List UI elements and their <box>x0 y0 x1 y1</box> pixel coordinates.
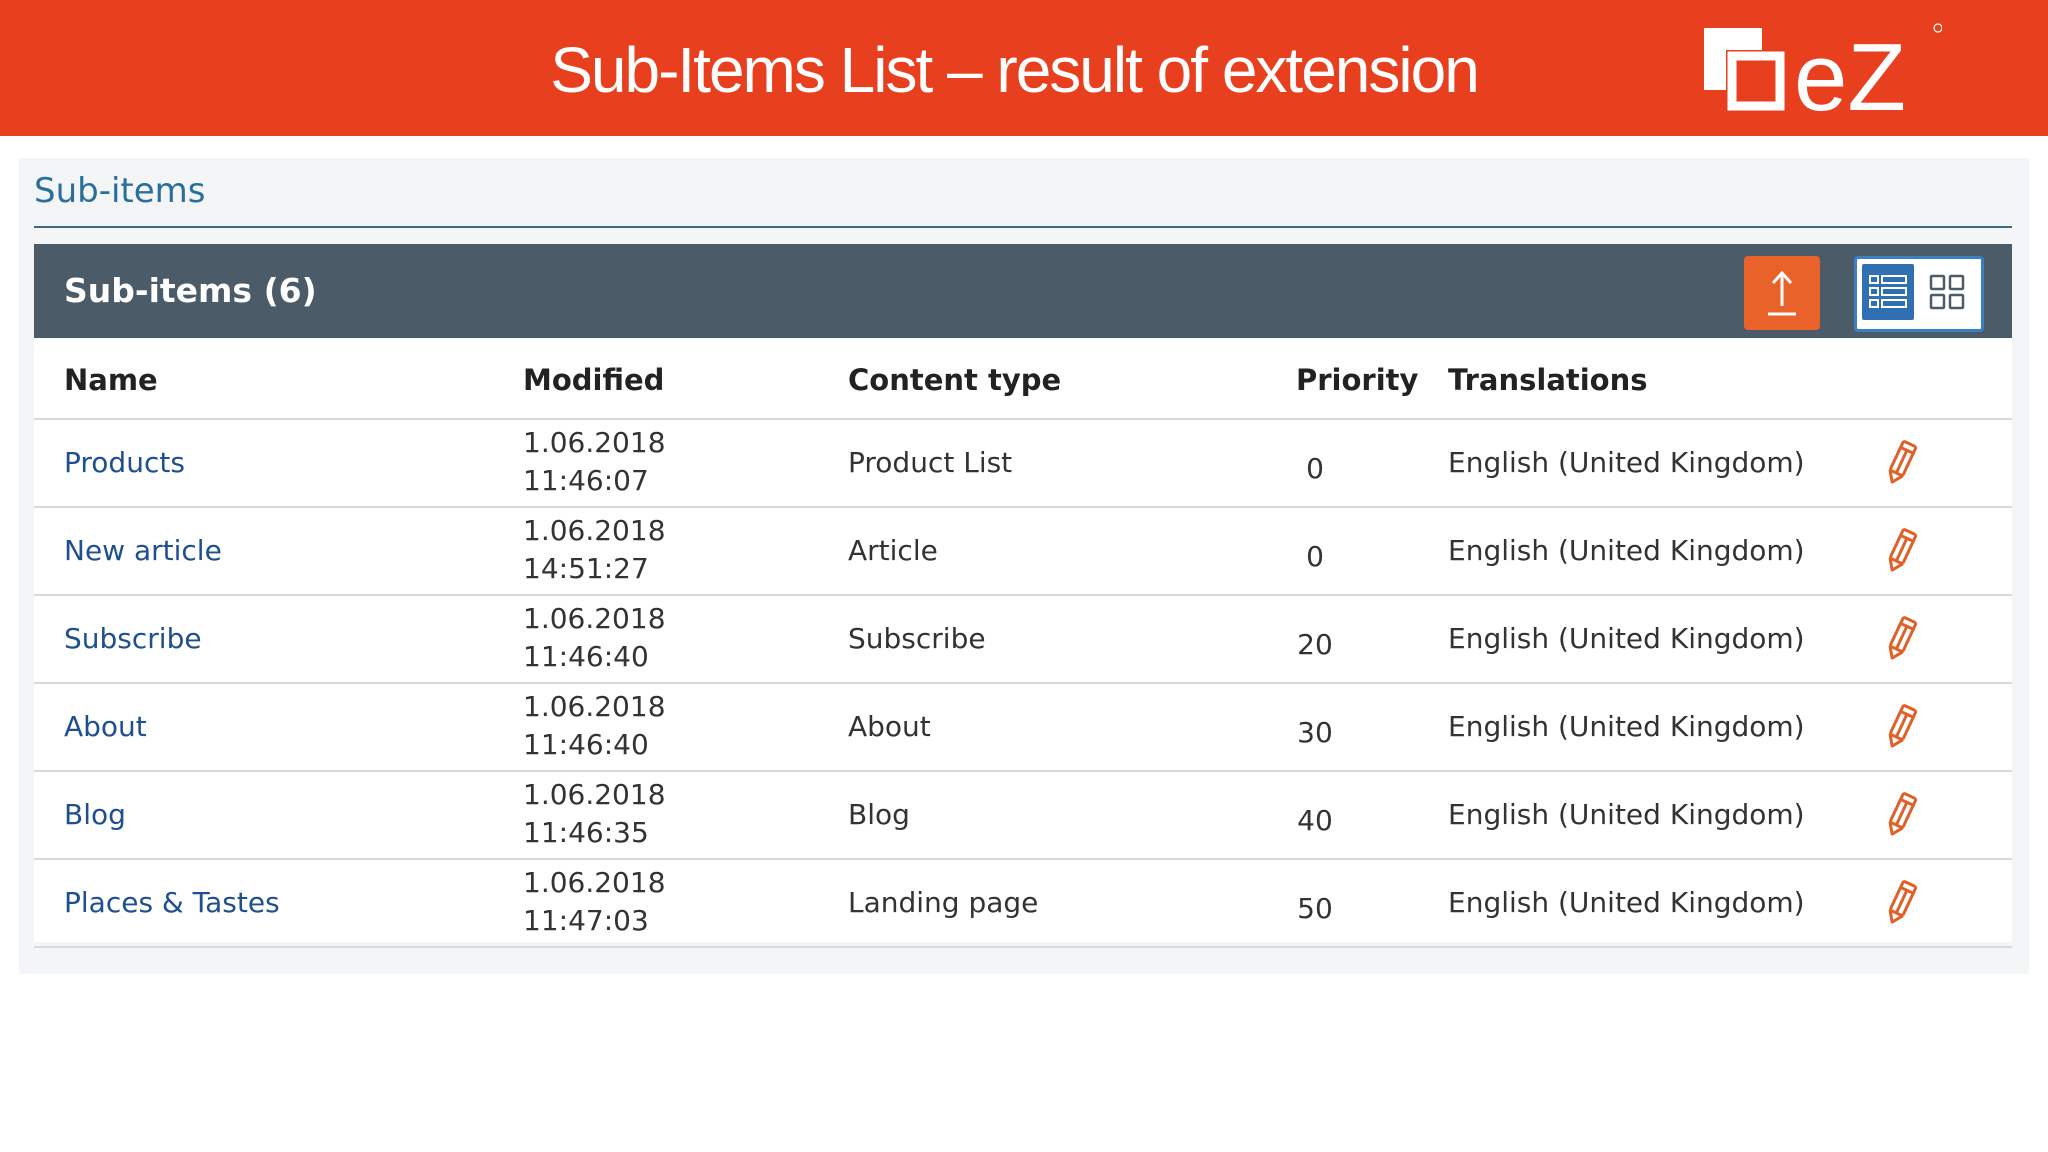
section-title: Sub-items <box>34 171 206 211</box>
upload-button[interactable] <box>1744 256 1820 330</box>
edit-button[interactable] <box>1878 878 1924 928</box>
view-toggle <box>1854 256 1984 332</box>
item-content-type: Subscribe <box>848 622 986 655</box>
grid-view-button[interactable] <box>1921 264 1973 320</box>
list-view-icon <box>1869 275 1907 308</box>
item-modified: 1.06.2018 11:46:40 <box>523 688 666 764</box>
item-priority: 30 <box>1297 716 1333 749</box>
pencil-icon <box>1888 616 1918 660</box>
item-priority: 0 <box>1306 540 1324 573</box>
pencil-icon <box>1888 528 1918 572</box>
modified-date: 1.06.2018 <box>523 866 666 899</box>
modified-time: 11:46:07 <box>523 464 649 497</box>
table-title: Sub-items (6) <box>64 271 317 310</box>
item-content-type: Blog <box>848 798 910 831</box>
item-name-link[interactable]: Products <box>64 444 185 482</box>
table-row: Products 1.06.2018 11:46:07 Product List… <box>34 420 2012 508</box>
edit-button[interactable] <box>1878 790 1924 840</box>
item-content-type: About <box>848 710 931 743</box>
item-priority: 0 <box>1306 452 1324 485</box>
modified-date: 1.06.2018 <box>523 426 666 459</box>
grid-view-icon <box>1929 274 1965 310</box>
item-priority: 40 <box>1297 804 1333 837</box>
item-modified: 1.06.2018 11:47:03 <box>523 864 666 940</box>
item-priority: 50 <box>1297 892 1333 925</box>
item-name-link[interactable]: Places & Tastes <box>64 884 280 922</box>
edit-button[interactable] <box>1878 614 1924 664</box>
pencil-icon <box>1888 704 1918 748</box>
pencil-icon <box>1888 880 1918 924</box>
slide-banner: Sub-Items List – result of extension eZ <box>0 0 2048 136</box>
modified-date: 1.06.2018 <box>523 778 666 811</box>
modified-time: 11:47:03 <box>523 904 649 937</box>
item-translations: English (United Kingdom) <box>1448 622 1805 655</box>
column-header-row: Name Modified Content type Priority Tran… <box>34 338 2012 420</box>
column-header-modified[interactable]: Modified <box>523 360 664 400</box>
column-header-content-type[interactable]: Content type <box>848 360 1061 400</box>
item-modified: 1.06.2018 14:51:27 <box>523 512 666 588</box>
ez-logo: eZ <box>1702 22 1943 131</box>
item-name-link[interactable]: Subscribe <box>64 620 202 658</box>
table-row: New article 1.06.2018 14:51:27 Article 0… <box>34 508 2012 596</box>
pencil-icon <box>1888 440 1918 484</box>
item-modified: 1.06.2018 11:46:35 <box>523 776 666 852</box>
item-translations: English (United Kingdom) <box>1448 534 1805 567</box>
sub-items-table: Sub-items (6) Name Modified Content type… <box>34 244 2012 948</box>
table-header-bar: Sub-items (6) <box>34 244 2012 338</box>
section-divider <box>34 226 2012 228</box>
item-name-link[interactable]: About <box>64 708 147 746</box>
modified-time: 11:46:40 <box>523 728 649 761</box>
modified-date: 1.06.2018 <box>523 514 666 547</box>
column-header-name[interactable]: Name <box>64 360 158 400</box>
column-header-priority[interactable]: Priority <box>1296 360 1418 400</box>
item-modified: 1.06.2018 11:46:40 <box>523 600 666 676</box>
column-header-translations: Translations <box>1448 363 1648 397</box>
list-view-button[interactable] <box>1862 264 1914 320</box>
item-translations: English (United Kingdom) <box>1448 446 1805 479</box>
item-translations: English (United Kingdom) <box>1448 710 1805 743</box>
table-row: Subscribe 1.06.2018 11:46:40 Subscribe 2… <box>34 596 2012 684</box>
table-row: Blog 1.06.2018 11:46:35 Blog 40 English … <box>34 772 2012 860</box>
modified-time: 14:51:27 <box>523 552 649 585</box>
item-content-type: Landing page <box>848 886 1039 919</box>
upload-icon <box>1768 270 1796 316</box>
edit-button[interactable] <box>1878 702 1924 752</box>
edit-button[interactable] <box>1878 526 1924 576</box>
item-content-type: Article <box>848 534 938 567</box>
item-priority: 20 <box>1297 628 1333 661</box>
item-translations: English (United Kingdom) <box>1448 886 1805 919</box>
modified-date: 1.06.2018 <box>523 602 666 635</box>
item-name-link[interactable]: Blog <box>64 796 126 834</box>
modified-date: 1.06.2018 <box>523 690 666 723</box>
modified-time: 11:46:40 <box>523 640 649 673</box>
item-content-type: Product List <box>848 446 1013 479</box>
table-row: Places & Tastes 1.06.2018 11:47:03 Landi… <box>34 860 2012 948</box>
modified-time: 11:46:35 <box>523 816 649 849</box>
item-name-link[interactable]: New article <box>64 532 222 570</box>
item-translations: English (United Kingdom) <box>1448 798 1805 831</box>
ez-logo-text: eZ <box>1794 24 1906 116</box>
edit-button[interactable] <box>1878 438 1924 488</box>
table-row: About 1.06.2018 11:46:40 About 30 Englis… <box>34 684 2012 772</box>
item-modified: 1.06.2018 11:46:07 <box>523 424 666 500</box>
pencil-icon <box>1888 792 1918 836</box>
